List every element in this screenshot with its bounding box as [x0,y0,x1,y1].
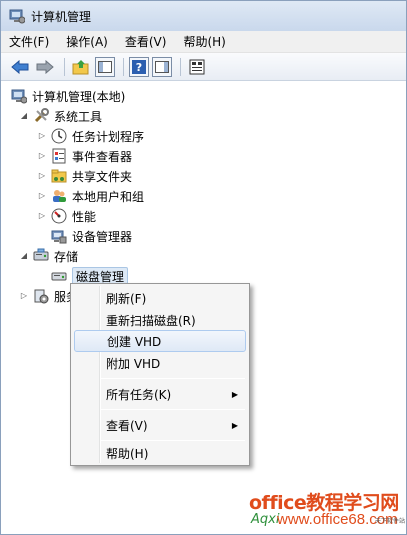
tree-item-storage[interactable]: ◢ 存储 [19,246,78,266]
expand-arrow-icon[interactable]: ▷ [37,171,47,181]
tree-item-device-manager[interactable]: 设备管理器 [51,226,132,246]
show-hide-tree-button[interactable] [95,56,115,77]
forward-button[interactable] [34,56,56,78]
menu-item-refresh[interactable]: 刷新(F) [74,287,246,309]
console-tree-icon [98,60,112,73]
menu-action[interactable]: 操作(A) [66,33,108,50]
properties-icon [189,59,205,74]
menu-help[interactable]: 帮助(H) [183,33,225,50]
tree-label-local-users: 本地用户和组 [72,189,145,204]
tree-label-storage: 存储 [54,249,79,264]
toolbar-separator [64,57,65,76]
menu-item-rescan-disks[interactable]: 重新扫描磁盘(R) [74,309,246,331]
menu-view[interactable]: 查看(V) [125,33,167,50]
menu-separator [101,440,245,441]
menu-separator [101,409,245,410]
tree-item-performance[interactable]: ▷ 性能 [37,206,96,226]
menu-item-create-vhd[interactable]: 创建 VHD [74,330,246,352]
menu-item-view-label: 查看(V) [106,418,148,433]
clock-icon [51,128,67,144]
tree-label-performance: 性能 [72,209,97,224]
tree-item-local-users[interactable]: ▷ 本地用户和组 [37,186,144,206]
computer-management-icon [11,88,28,104]
menu-item-refresh-label: 刷新(F) [106,291,147,306]
collapse-arrow-icon[interactable]: ◢ [19,251,29,261]
site-watermark: office教程学习网 Aqxi www.office68.com 天下软件站 [249,488,407,534]
toolbar-separator [123,57,124,76]
tree-label-device-manager: 设备管理器 [72,229,133,244]
submenu-arrow-icon: ▶ [231,389,238,399]
tree-label-system-tools: 系统工具 [54,109,103,124]
menu-item-all-tasks-label: 所有任务(K) [106,387,172,402]
tree-item-system-tools[interactable]: ◢ 系统工具 [19,106,102,126]
expand-arrow-icon[interactable]: ▷ [37,191,47,201]
menu-item-all-tasks[interactable]: 所有任务(K) ▶ [74,383,246,405]
services-icon [33,288,49,304]
menu-bar: 文件(F) 操作(A) 查看(V) 帮助(H) [1,31,406,53]
watermark-logo: Aqxi [251,512,280,527]
computer-management-icon [9,8,26,24]
menu-item-help[interactable]: 帮助(H) [74,442,246,464]
expand-arrow-icon[interactable]: ▷ [19,291,29,301]
event-viewer-icon [51,148,67,164]
collapse-arrow-icon[interactable]: ◢ [19,111,29,121]
menu-separator [101,378,245,379]
performance-icon [51,208,67,224]
app-window: 计算机管理 文件(F) 操作(A) 查看(V) 帮助(H) ? 计算机管理(本地… [0,0,407,535]
title-bar: 计算机管理 [1,1,406,31]
watermark-mini: 天下软件站 [374,518,405,525]
tree-item-root[interactable]: 计算机管理(本地) [11,86,125,106]
users-icon [51,188,67,204]
up-level-button[interactable] [70,56,92,78]
device-manager-icon [51,228,67,244]
context-menu: 刷新(F) 重新扫描磁盘(R) 创建 VHD 附加 VHD 所有任务(K) ▶ … [70,283,250,466]
expand-arrow-icon[interactable]: ▷ [37,151,47,161]
menu-item-create-vhd-label: 创建 VHD [107,334,162,349]
svg-text:?: ? [136,61,142,74]
tools-icon [33,108,49,124]
tree-label-event-viewer: 事件查看器 [72,149,133,164]
help-icon: ? [132,59,146,74]
folder-up-icon [72,59,89,74]
tree-item-event-viewer[interactable]: ▷ 事件查看器 [37,146,132,166]
toolbar-separator [180,57,181,76]
menu-item-help-label: 帮助(H) [106,446,149,461]
menu-item-rescan-label: 重新扫描磁盘(R) [106,313,196,328]
help-toolbar-button[interactable]: ? [129,56,149,77]
storage-icon [33,248,49,264]
menu-item-attach-vhd-label: 附加 VHD [106,356,161,371]
tree-item-shared-folders[interactable]: ▷ 共享文件夹 [37,166,132,186]
expand-arrow-icon[interactable]: ▷ [37,131,47,141]
show-hide-action-pane-button[interactable] [152,56,172,77]
menu-item-view[interactable]: 查看(V) ▶ [74,414,246,436]
window-title: 计算机管理 [31,9,92,24]
tree-label-root: 计算机管理(本地) [32,89,126,104]
action-pane-icon [155,60,169,73]
properties-button[interactable] [186,56,208,78]
submenu-arrow-icon: ▶ [231,420,238,430]
menu-file[interactable]: 文件(F) [9,33,49,50]
expand-arrow-icon[interactable]: ▷ [37,211,47,221]
menu-item-attach-vhd[interactable]: 附加 VHD [74,352,246,374]
tree-item-task-scheduler[interactable]: ▷ 任务计划程序 [37,126,144,146]
tree-label-shared-folders: 共享文件夹 [72,169,133,184]
shared-folder-icon [51,168,67,184]
back-button[interactable] [9,56,31,78]
forward-arrow-icon [36,59,54,74]
back-arrow-icon [11,59,29,74]
toolbar: ? [1,53,406,81]
tree-label-task-scheduler: 任务计划程序 [72,129,145,144]
disk-management-icon [51,268,67,284]
